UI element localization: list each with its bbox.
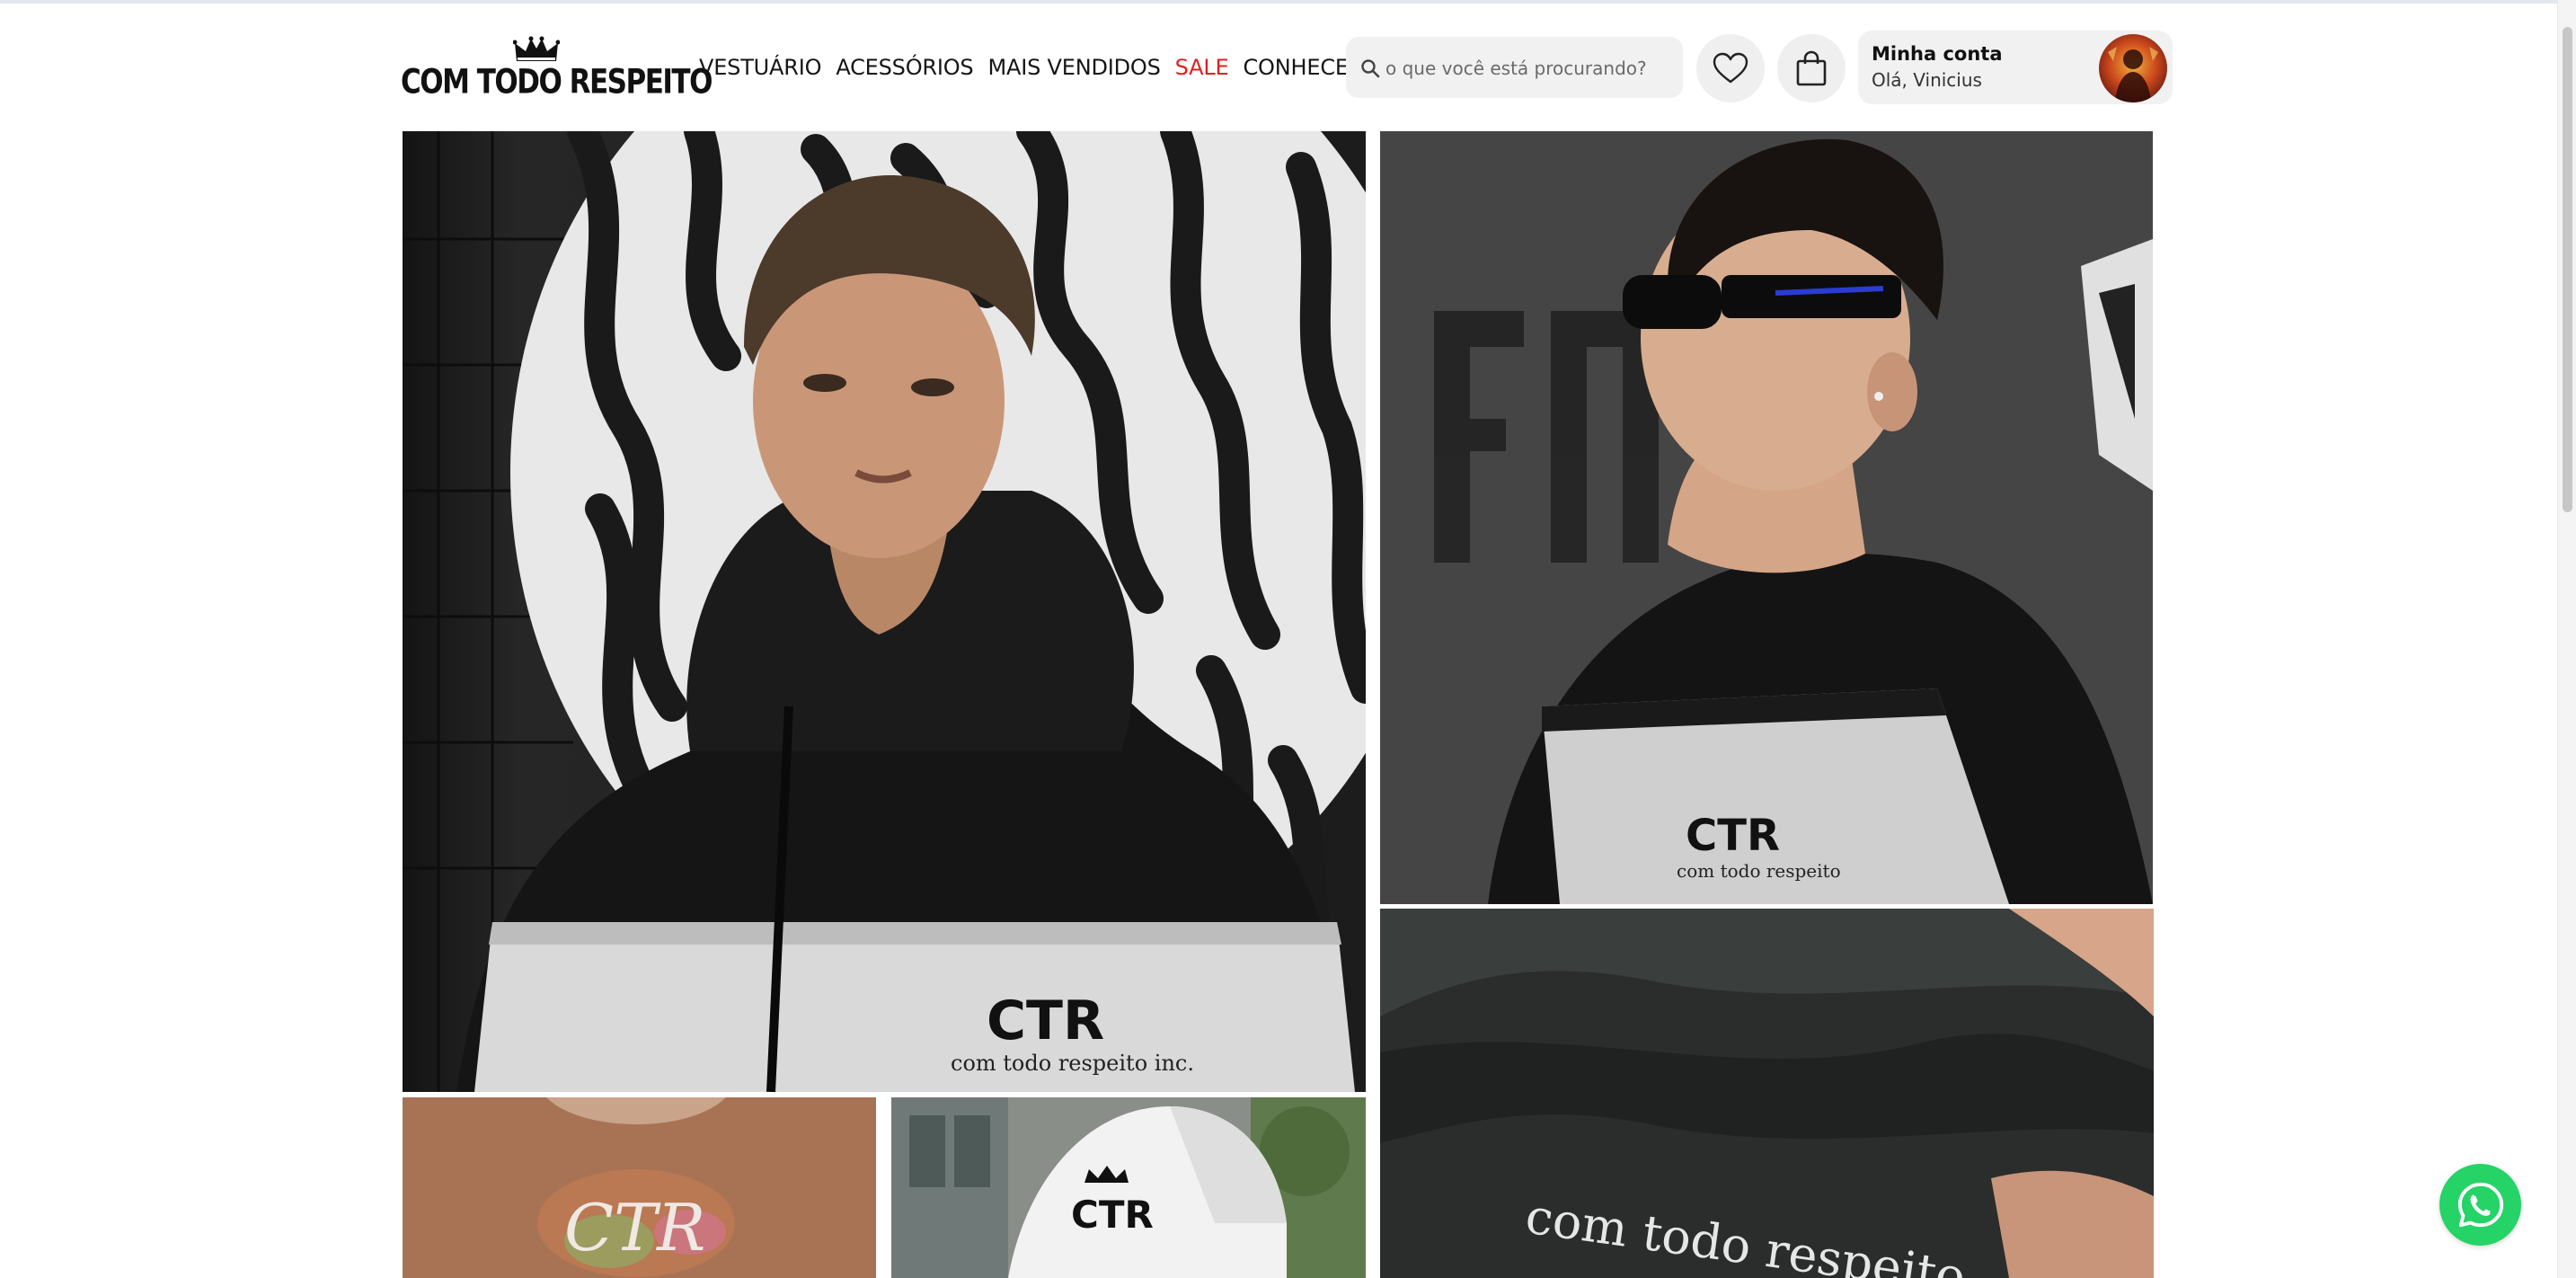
cart-button[interactable]: [1777, 34, 1846, 102]
svg-text:CTR: CTR: [987, 990, 1104, 1052]
browser-top-edge: [0, 0, 2576, 4]
scrollbar-thumb[interactable]: [2563, 27, 2572, 512]
svg-text:CTR: CTR: [564, 1190, 705, 1265]
svg-text:CTR: CTR: [1686, 811, 1780, 861]
product-photo-tshirt[interactable]: CTR: [403, 1097, 876, 1278]
wishlist-button[interactable]: [1696, 34, 1765, 102]
whatsapp-icon: [2457, 1182, 2503, 1227]
account-button[interactable]: Minha conta Olá, Vinicius: [1858, 31, 2173, 104]
product-photo-cap[interactable]: CTR: [891, 1097, 1366, 1278]
nav-item-acessorios[interactable]: ACESSÓRIOS: [836, 55, 973, 80]
heart-icon: [1713, 52, 1748, 84]
svg-text:com todo respeito: com todo respeito: [1677, 860, 1841, 882]
search-icon: [1361, 59, 1380, 78]
account-title: Minha conta: [1872, 43, 2003, 65]
svg-text:com todo respeito inc.: com todo respeito inc.: [951, 1051, 1194, 1076]
search-input[interactable]: [1384, 49, 1675, 87]
nav-item-sale[interactable]: SALE: [1175, 55, 1229, 80]
nav-item-vestuario[interactable]: VESTUÁRIO: [699, 55, 822, 80]
avatar: [2099, 34, 2167, 102]
product-photo-hoodie-front[interactable]: CTR com todo respeito inc.: [403, 131, 1366, 1092]
shopping-bag-icon: [1796, 50, 1827, 86]
account-greeting: Olá, Vinicius: [1872, 69, 1982, 91]
svg-text:CTR: CTR: [1071, 1193, 1154, 1237]
main-nav: VESTUÁRIO ACESSÓRIOS MAIS VENDIDOS SALE …: [699, 51, 1364, 84]
product-photo-hoodie-side[interactable]: CTR com todo respeito: [1380, 131, 2153, 904]
page-scrollbar[interactable]: [2557, 0, 2576, 1278]
brand-logo[interactable]: COM TODO RESPEITO: [401, 36, 713, 102]
brand-wordmark: COM TODO RESPEITO: [401, 63, 713, 102]
nav-item-mais-vendidos[interactable]: MAIS VENDIDOS: [987, 55, 1160, 80]
product-photo-sleeve-detail[interactable]: com todo respeito: [1380, 909, 2154, 1278]
crown-icon: [513, 36, 560, 61]
search-box: [1346, 37, 1683, 98]
site-header: COM TODO RESPEITO VESTUÁRIO ACESSÓRIOS M…: [401, 27, 2173, 106]
whatsapp-button[interactable]: [2439, 1164, 2521, 1246]
